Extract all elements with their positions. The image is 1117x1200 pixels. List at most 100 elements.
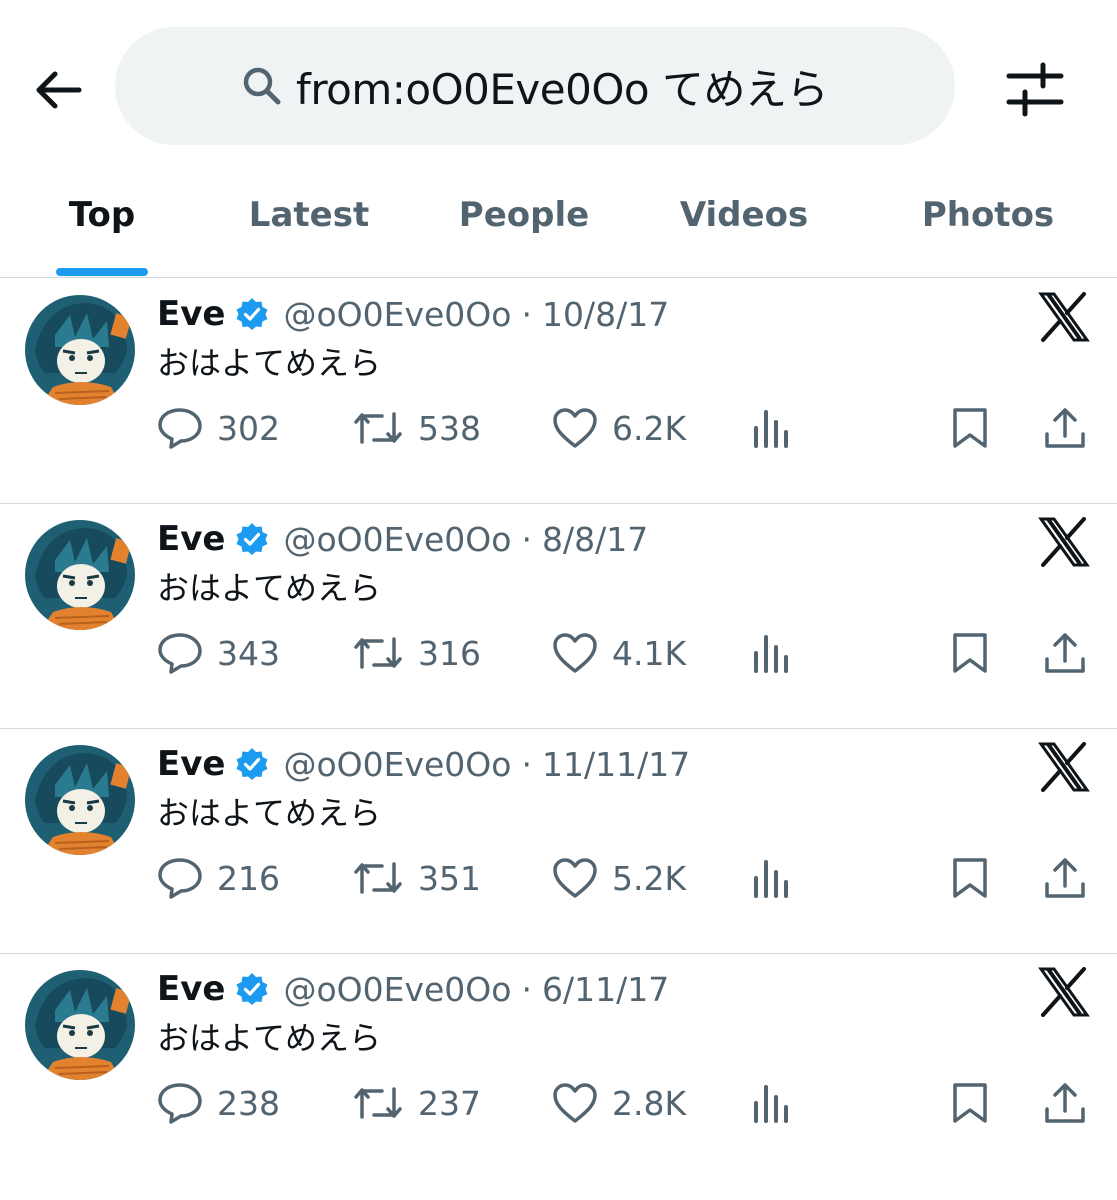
x-logo-icon <box>1038 967 1090 1017</box>
reply-icon <box>158 858 202 899</box>
search-input[interactable]: from:oO0Eve0Oo てめえら <box>115 27 955 145</box>
views-button[interactable] <box>752 848 792 908</box>
post[interactable]: Eve @oO0Eve0Oo · 11/11/17 おはよてめえら 216 35… <box>0 728 1117 954</box>
reply-count: 238 <box>217 1083 280 1123</box>
search-tabs: Top Latest People Videos Photos <box>0 175 1117 278</box>
post-header: Eve @oO0Eve0Oo · 11/11/17 <box>157 741 690 787</box>
repost-icon <box>354 862 402 894</box>
search-query: from:oO0Eve0Oo てめえら <box>296 64 828 114</box>
author-handle[interactable]: @oO0Eve0Oo <box>283 745 511 784</box>
separator-dot: · <box>521 294 532 334</box>
repost-button[interactable]: 316 <box>352 623 481 683</box>
bookmark-button[interactable] <box>950 848 990 908</box>
x-logo-icon <box>1038 292 1090 342</box>
verified-badge-icon <box>236 748 268 780</box>
post-date[interactable]: 6/11/17 <box>542 970 669 1009</box>
post-text: おはよてめえら <box>157 794 382 832</box>
post-text: おはよてめえら <box>157 569 382 607</box>
author-name[interactable]: Eve <box>157 519 225 559</box>
views-icon <box>754 635 788 673</box>
repost-count: 351 <box>418 858 481 898</box>
separator-dot: · <box>521 744 532 784</box>
repost-count: 538 <box>418 408 481 448</box>
tab-people[interactable]: People <box>448 175 600 277</box>
repost-button[interactable]: 237 <box>352 1073 481 1133</box>
repost-count: 237 <box>418 1083 481 1123</box>
bookmark-icon <box>953 408 987 448</box>
sliders-icon <box>1006 62 1064 117</box>
avatar[interactable] <box>25 520 135 630</box>
reply-icon <box>158 633 202 674</box>
like-count: 4.1K <box>612 633 687 673</box>
share-button[interactable] <box>1043 848 1087 908</box>
post[interactable]: Eve @oO0Eve0Oo · 6/11/17 おはよてめえら 238 237 <box>0 953 1117 1178</box>
post[interactable]: Eve @oO0Eve0Oo · 10/8/17 おはよてめえら 302 538 <box>0 278 1117 504</box>
tab-latest[interactable]: Latest <box>232 175 386 277</box>
post-actions: 302 538 6.2K <box>0 398 1117 458</box>
reply-icon <box>158 1083 202 1124</box>
separator-dot: · <box>521 969 532 1009</box>
views-button[interactable] <box>752 623 792 683</box>
avatar[interactable] <box>25 745 135 855</box>
like-button[interactable]: 6.2K <box>552 398 686 458</box>
repost-icon <box>354 637 402 669</box>
views-button[interactable] <box>752 1073 792 1133</box>
views-icon <box>754 410 788 448</box>
bookmark-icon <box>953 633 987 673</box>
reply-button[interactable]: 302 <box>157 398 280 458</box>
share-icon <box>1045 858 1085 898</box>
tab-photos[interactable]: Photos <box>908 175 1068 277</box>
author-handle[interactable]: @oO0Eve0Oo <box>283 295 511 334</box>
repost-icon <box>354 1087 402 1119</box>
share-button[interactable] <box>1043 398 1087 458</box>
post[interactable]: Eve @oO0Eve0Oo · 8/8/17 おはよてめえら 343 316 <box>0 503 1117 729</box>
share-button[interactable] <box>1043 623 1087 683</box>
like-count: 2.8K <box>612 1083 687 1123</box>
heart-icon <box>553 633 597 673</box>
share-button[interactable] <box>1043 1073 1087 1133</box>
bookmark-button[interactable] <box>950 398 990 458</box>
bookmark-button[interactable] <box>950 623 990 683</box>
avatar[interactable] <box>25 970 135 1080</box>
heart-icon <box>553 858 597 898</box>
views-icon <box>754 860 788 898</box>
author-name[interactable]: Eve <box>157 294 225 334</box>
repost-button[interactable]: 351 <box>352 848 481 908</box>
back-button[interactable] <box>28 60 88 120</box>
tab-videos[interactable]: Videos <box>666 175 822 277</box>
post-header: Eve @oO0Eve0Oo · 8/8/17 <box>157 516 648 562</box>
avatar[interactable] <box>25 295 135 405</box>
author-name[interactable]: Eve <box>157 969 225 1009</box>
reply-button[interactable]: 216 <box>157 848 280 908</box>
reply-button[interactable]: 343 <box>157 623 280 683</box>
x-logo-icon <box>1038 517 1090 567</box>
author-handle[interactable]: @oO0Eve0Oo <box>283 520 511 559</box>
bookmark-button[interactable] <box>950 1073 990 1133</box>
reply-count: 343 <box>217 633 280 673</box>
active-tab-indicator <box>56 268 148 276</box>
repost-button[interactable]: 538 <box>352 398 481 458</box>
tab-top[interactable]: Top <box>52 175 152 277</box>
post-date[interactable]: 11/11/17 <box>542 745 690 784</box>
views-button[interactable] <box>752 398 792 458</box>
author-name[interactable]: Eve <box>157 744 225 784</box>
like-button[interactable]: 4.1K <box>552 623 686 683</box>
author-handle[interactable]: @oO0Eve0Oo <box>283 970 511 1009</box>
heart-icon <box>553 408 597 448</box>
like-button[interactable]: 2.8K <box>552 1073 686 1133</box>
like-count: 5.2K <box>612 858 687 898</box>
post-date[interactable]: 10/8/17 <box>542 295 669 334</box>
reply-button[interactable]: 238 <box>157 1073 280 1133</box>
verified-badge-icon <box>236 973 268 1005</box>
search-filter-button[interactable] <box>1000 58 1070 122</box>
repost-count: 316 <box>418 633 481 673</box>
like-count: 6.2K <box>612 408 687 448</box>
reply-count: 302 <box>217 408 280 448</box>
post-actions: 343 316 4.1K <box>0 623 1117 683</box>
like-button[interactable]: 5.2K <box>552 848 686 908</box>
post-header: Eve @oO0Eve0Oo · 6/11/17 <box>157 966 669 1012</box>
views-icon <box>754 1085 788 1123</box>
reply-icon <box>158 408 202 449</box>
verified-badge-icon <box>236 523 268 555</box>
post-date[interactable]: 8/8/17 <box>542 520 648 559</box>
